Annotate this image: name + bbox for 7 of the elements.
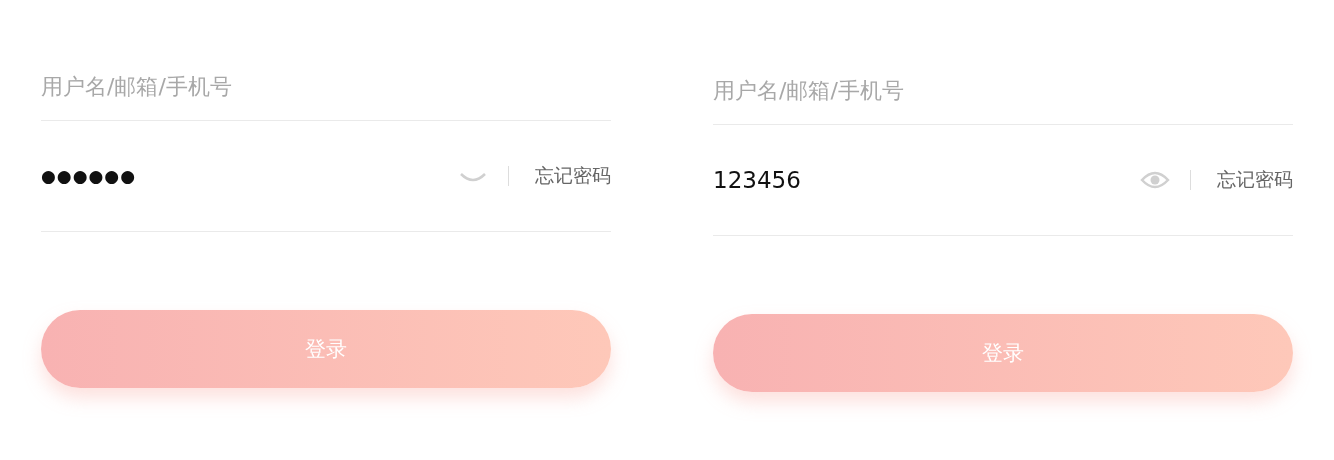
forgot-password-link[interactable]: 忘记密码: [535, 163, 611, 189]
username-field[interactable]: 用户名/邮箱/手机号: [41, 52, 611, 121]
eye-icon[interactable]: [1140, 170, 1170, 190]
password-field[interactable]: 123456: [713, 167, 1140, 193]
password-field[interactable]: ●●●●●●: [41, 166, 458, 186]
forgot-password-link[interactable]: 忘记密码: [1217, 167, 1293, 193]
username-field[interactable]: 用户名/邮箱/手机号: [713, 56, 1293, 125]
